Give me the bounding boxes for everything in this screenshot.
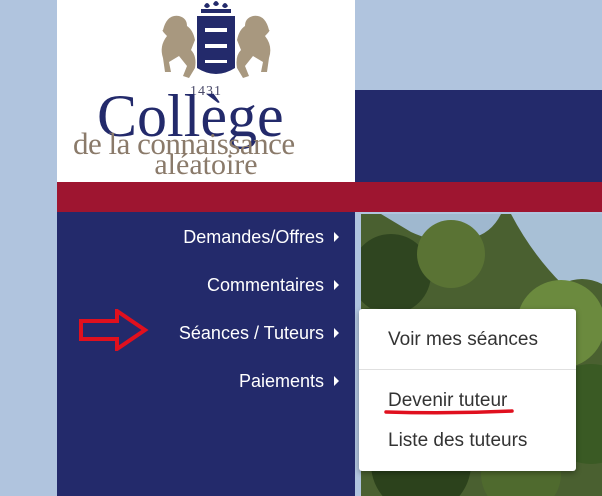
crest-icon (161, 1, 271, 78)
nav-item-label: Paiements (238, 370, 324, 391)
header-stripe (57, 182, 602, 212)
nav-item-paiements[interactable]: Paiements (239, 366, 339, 396)
dropdown-item-voir-mes-seances[interactable]: Voir mes séances (388, 329, 538, 351)
menu-arrow-icon (334, 328, 339, 338)
dropdown-divider (359, 369, 576, 370)
dropdown-item-liste-des-tuteurs[interactable]: Liste des tuteurs (388, 430, 527, 452)
menu-arrow-icon (334, 280, 339, 290)
logo-subtitle-line2: aléatoire (154, 148, 258, 181)
nav-item-label: Demandes/Offres (183, 226, 324, 247)
nav-item-label: Séances / Tuteurs (178, 322, 324, 343)
nav-item-label: Commentaires (206, 274, 324, 295)
sidebar-nav: Demandes/Offres Commentaires Séances / T… (57, 212, 355, 496)
nav-item-seances-tuteurs[interactable]: Séances / Tuteurs (179, 318, 339, 348)
pointer-arrow-icon (79, 309, 149, 351)
nav-item-demandes-offres[interactable]: Demandes/Offres (183, 222, 339, 252)
dropdown-menu: Voir mes séances Devenir tuteur Liste de… (359, 309, 576, 471)
college-logo[interactable]: 1431 Collège de la connaissance aléatoir… (57, 0, 355, 182)
header-band (355, 90, 602, 182)
menu-arrow-icon (334, 232, 339, 242)
nav-item-commentaires[interactable]: Commentaires (207, 270, 339, 300)
menu-arrow-icon (334, 376, 339, 386)
highlight-underline (384, 409, 514, 415)
